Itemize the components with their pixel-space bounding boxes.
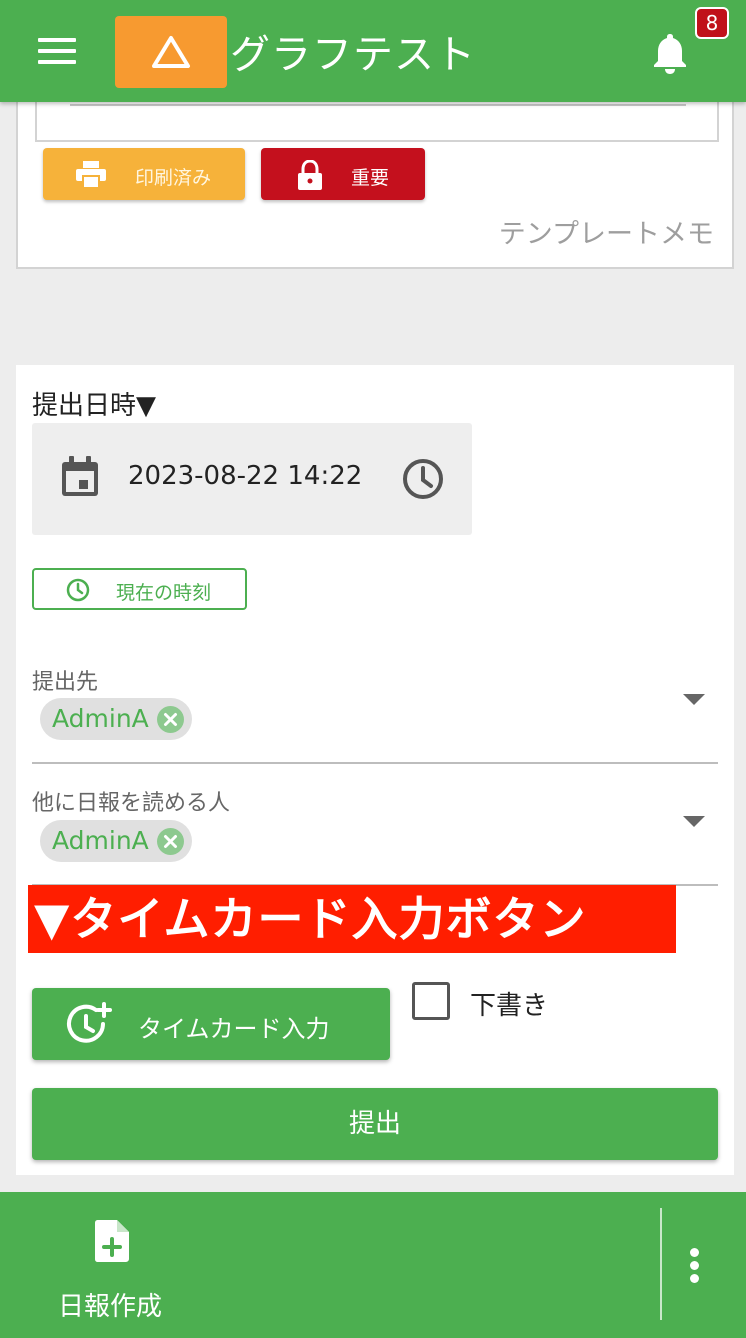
set-current-time-button[interactable]: 現在の時刻 [32, 568, 247, 610]
close-icon [164, 835, 177, 848]
remove-recipient-button[interactable] [157, 706, 184, 733]
submit-button[interactable]: 提出 [32, 1088, 718, 1160]
notification-badge[interactable]: 8 [695, 7, 729, 39]
calendar-icon [62, 456, 98, 496]
lock-icon [298, 160, 322, 190]
create-report-label: 日報作成 [58, 1292, 163, 1322]
file-plus-icon [95, 1220, 129, 1262]
printed-tag-button[interactable]: 印刷済み [43, 148, 245, 200]
important-tag-button[interactable]: 重要 [261, 148, 425, 200]
draft-label: 下書き [470, 991, 549, 1021]
set-current-time-label: 現在の時刻 [116, 582, 212, 604]
recipient-label: 提出先 [32, 670, 99, 695]
bell-icon[interactable] [650, 30, 690, 74]
datetime-field[interactable]: 2023-08-22 14:22 [32, 423, 472, 535]
menu-icon[interactable] [38, 38, 76, 66]
bottom-navigation: 日報作成 [0, 1192, 746, 1338]
reader-chip: AdminA [40, 820, 192, 862]
datetime-value: 2023-08-22 14:22 [128, 461, 363, 491]
recipient-chip: AdminA [40, 698, 192, 740]
more-vertical-icon[interactable] [680, 1248, 708, 1290]
clock-icon [66, 578, 90, 602]
template-memo-label: テンプレートメモ [498, 219, 714, 250]
important-tag-label: 重要 [351, 167, 390, 189]
clock-plus-icon [67, 1002, 112, 1043]
clock-icon[interactable] [402, 458, 444, 500]
template-card: 印刷済み 重要 テンプレートメモ [16, 100, 734, 269]
nav-divider [660, 1208, 662, 1320]
report-form-card: 提出日時▼ 2023-08-22 14:22 現在の時刻 提出先 AdminA [16, 365, 734, 1175]
reader-chip-label: AdminA [52, 826, 149, 855]
warning-triangle-icon [152, 36, 190, 68]
app-header: グラフテスト 8 [0, 0, 746, 102]
timecard-input-button[interactable]: タイムカード入力 [32, 988, 390, 1060]
recipient-underline [32, 762, 718, 764]
annotation-banner: ▼タイムカード入力ボタン [28, 885, 676, 953]
create-report-nav-item[interactable]: 日報作成 [40, 1210, 190, 1322]
app-title: グラフテスト [230, 32, 476, 78]
readers-dropdown-chevron-down-icon[interactable] [683, 816, 705, 827]
submit-datetime-label[interactable]: 提出日時▼ [32, 385, 156, 422]
memo-text-area[interactable] [35, 100, 719, 142]
close-icon [164, 713, 177, 726]
readers-label: 他に日報を読める人 [32, 791, 231, 816]
timecard-input-label: タイムカード入力 [138, 1015, 330, 1043]
printer-icon [76, 161, 106, 189]
recipient-chip-label: AdminA [52, 704, 149, 733]
printed-tag-label: 印刷済み [135, 167, 212, 189]
app-logo [115, 16, 227, 88]
draft-checkbox[interactable] [412, 982, 450, 1020]
memo-divider [70, 104, 686, 106]
recipient-dropdown-chevron-down-icon[interactable] [683, 694, 705, 705]
remove-reader-button[interactable] [157, 828, 184, 855]
